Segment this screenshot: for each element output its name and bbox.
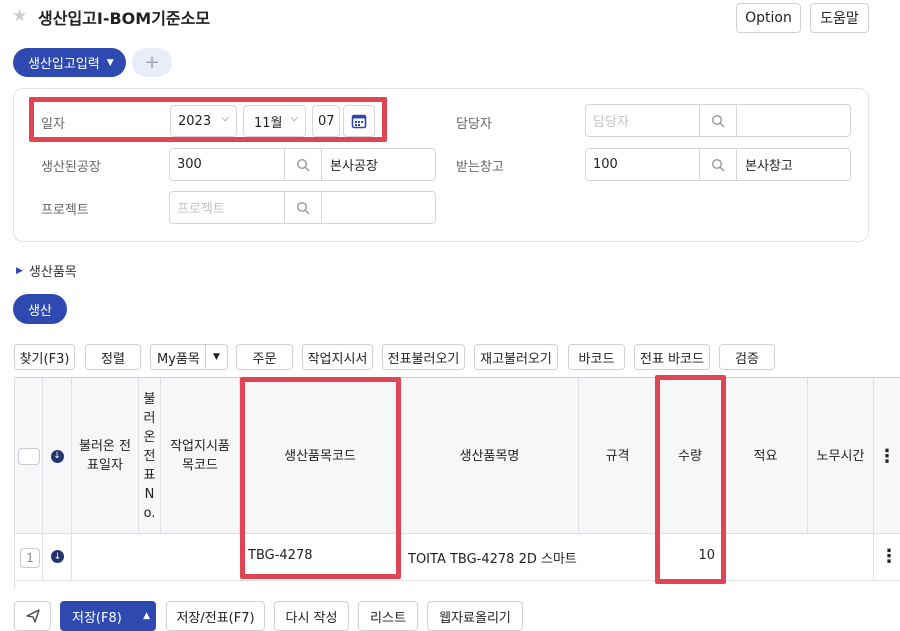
col-item-name[interactable]: 생산품목명: [401, 378, 579, 534]
add-tab-button[interactable]: +: [132, 48, 172, 77]
manager-label: 담당자: [456, 117, 492, 132]
expand-column: ↓: [43, 378, 72, 534]
factory-label: 생산된공장: [41, 160, 101, 175]
project-input[interactable]: 프로젝트: [169, 191, 436, 224]
save-button[interactable]: 저장(F8) ▲: [60, 601, 156, 631]
date-highlight-box: [29, 97, 387, 142]
warehouse-name: 본사창고: [745, 159, 793, 174]
page-title: 생산입고I-BOM기준소모: [38, 9, 211, 28]
help-button[interactable]: 도움말: [810, 3, 869, 33]
caret-right-icon: ▶: [16, 265, 23, 276]
tab-production-input[interactable]: 생산입고입력 ▼: [13, 48, 126, 77]
upload-button[interactable]: 웹자료올리기: [427, 601, 523, 631]
row-number: 1: [20, 548, 40, 568]
my-items-button[interactable]: My품목 ▼: [150, 344, 228, 370]
load-stock-button[interactable]: 재고불러오기: [474, 344, 558, 370]
verify-button[interactable]: 검증: [719, 344, 775, 370]
select-all-checkbox[interactable]: [17, 447, 40, 465]
rewrite-button[interactable]: 다시 작성: [274, 601, 349, 631]
load-slip-button[interactable]: 전표불러오기: [382, 344, 465, 370]
star-icon[interactable]: ★: [12, 6, 27, 26]
caret-down-icon[interactable]: ▼: [205, 345, 227, 369]
item-code-highlight-box: [240, 377, 401, 579]
col-loaded-date[interactable]: 불러온 전표일자: [72, 378, 139, 534]
production-button[interactable]: 생산: [13, 294, 67, 324]
barcode-button[interactable]: 바코드: [568, 344, 625, 370]
qty-highlight-box: [655, 375, 726, 584]
col-spec[interactable]: 규격: [579, 378, 657, 534]
col-note[interactable]: 적요: [724, 378, 808, 534]
arrow-down-circle-icon[interactable]: ↓: [51, 550, 64, 563]
manager-input[interactable]: 담당자: [585, 104, 851, 137]
column-menu-icon[interactable]: ⋮: [874, 378, 900, 534]
factory-name: 본사공장: [330, 159, 378, 174]
caret-up-icon[interactable]: ▲: [143, 611, 150, 621]
paper-plane-icon: [25, 609, 40, 623]
slip-barcode-button[interactable]: 전표 바코드: [634, 344, 710, 370]
row-item-name[interactable]: TOITA TBG-4278 2D 스마트: [408, 548, 577, 567]
search-icon[interactable]: [284, 149, 322, 180]
project-label: 프로젝트: [41, 203, 89, 218]
search-icon[interactable]: [699, 105, 737, 136]
col-loaded-no[interactable]: 불러온전표No.: [139, 378, 161, 534]
warehouse-label: 받는창고: [456, 160, 504, 175]
work-order-button[interactable]: 작업지시서: [302, 344, 373, 370]
warehouse-code-input[interactable]: 100 본사창고: [585, 148, 851, 181]
send-button[interactable]: [14, 601, 51, 631]
row-menu-icon[interactable]: ⋮: [880, 546, 898, 567]
sort-button[interactable]: 정렬: [85, 344, 141, 370]
save-slip-button[interactable]: 저장/전표(F7): [166, 601, 265, 631]
select-all-column: [15, 378, 43, 534]
section-title: 생산품목: [28, 265, 77, 280]
option-button[interactable]: Option: [736, 3, 801, 33]
list-button[interactable]: 리스트: [358, 601, 418, 631]
col-labor-time[interactable]: 노무시간: [808, 378, 874, 534]
find-button[interactable]: 찾기(F3): [14, 344, 75, 370]
table-row[interactable]: 1 ↓ TBG-4278 TOITA TBG-4278 2D 스마트 10 ⋮: [15, 535, 900, 580]
search-icon[interactable]: [284, 192, 322, 223]
caret-down-icon: ▼: [106, 57, 114, 68]
section-toggle[interactable]: ▶ 생산품목: [16, 261, 77, 280]
tab-label: 생산입고입력: [28, 57, 100, 72]
search-icon[interactable]: [699, 149, 737, 180]
order-button[interactable]: 주문: [236, 344, 293, 370]
col-work-item-code[interactable]: 작업지시품목코드: [161, 378, 240, 534]
factory-code-input[interactable]: 300 본사공장: [169, 148, 436, 181]
arrow-down-circle-icon[interactable]: ↓: [50, 449, 64, 463]
